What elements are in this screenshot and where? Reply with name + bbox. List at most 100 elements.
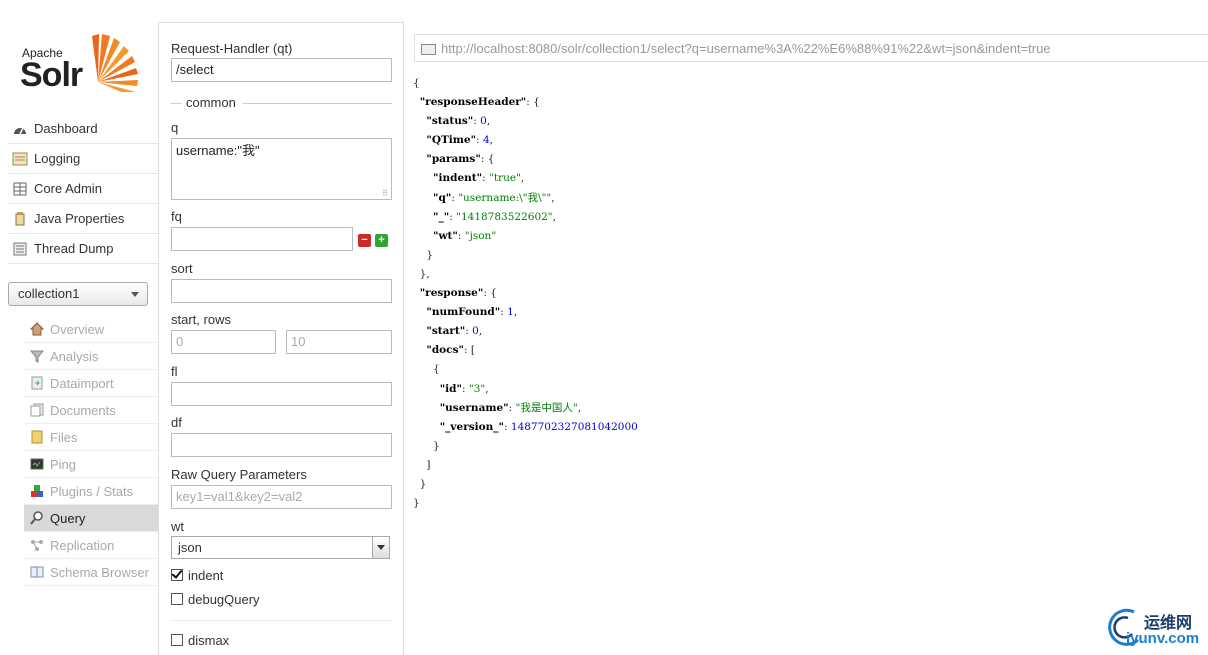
json-number: 0 [480,115,487,128]
core-nav-query[interactable]: Query [24,505,158,532]
json-string: "username:\"我\"" [458,191,552,204]
df-label: df [171,415,182,430]
wt-select[interactable]: json [171,536,390,559]
solr-logo[interactable]: Apache Solr [18,30,143,94]
json-string: "我是中国人" [515,401,578,414]
remove-fq-button[interactable]: − [358,234,371,247]
schema-icon [30,565,44,579]
json-key: "QTime" [426,134,477,147]
fl-label: fl [171,364,178,379]
core-selector[interactable]: collection1 [8,282,148,306]
dataimport-icon [30,376,44,390]
core-nav: Overview Analysis Dataimport Documents F… [24,316,158,586]
sidebar: Apache Solr Dashboard Logging Core Admin… [0,0,158,654]
fl-input[interactable] [171,382,392,406]
nav-item-core-admin[interactable]: Core Admin [8,174,158,204]
watermark-line2: iyunv.com [1126,630,1200,647]
add-fq-button[interactable]: + [375,234,388,247]
common-legend-label: common [186,95,236,110]
handler-input[interactable]: /select [171,58,392,82]
core-admin-icon [12,182,28,196]
json-number: 1487702327081042000 [510,420,638,433]
solr-sun-icon [92,34,138,92]
core-nav-label: Query [50,510,86,526]
json-number: 1 [507,306,514,319]
dismax-label: dismax [188,633,230,648]
wt-value: json [178,540,202,555]
raw-params-input[interactable]: key1=val1&key2=val2 [171,485,392,509]
result-url-bar[interactable]: http://localhost:8080/solr/collection1/s… [414,34,1208,62]
core-selector-value: collection1 [18,286,80,301]
indent-checkbox[interactable] [171,569,183,581]
q-value: username:"我" [176,143,260,158]
nav-label: Java Properties [34,211,125,226]
nav-label: Core Admin [34,181,102,196]
json-key: "q" [433,191,452,204]
core-nav-documents[interactable]: Documents [24,397,158,424]
result-url: http://localhost:8080/solr/collection1/s… [441,41,1051,56]
fq-input[interactable] [171,227,353,251]
core-nav-label: Dataimport [50,375,114,391]
debugquery-label: debugQuery [188,592,260,607]
query-form: Request-Handler (qt) /select common q us… [158,22,404,655]
core-nav-overview[interactable]: Overview [24,316,158,343]
json-key: "responseHeader" [419,96,527,109]
rows-input[interactable]: 10 [286,330,392,354]
main-nav: Dashboard Logging Core Admin Java Proper… [8,114,158,264]
core-nav-plugins-stats[interactable]: Plugins / Stats [24,478,158,505]
nav-item-logging[interactable]: Logging [8,144,158,174]
json-key: "id" [439,382,462,395]
fq-label: fq [171,209,182,224]
chevron-down-icon [372,537,389,558]
nav-label: Thread Dump [34,241,114,256]
files-icon [30,430,44,444]
core-nav-replication[interactable]: Replication [24,532,158,559]
raw-params-label: Raw Query Parameters [171,467,307,482]
core-nav-schema-browser[interactable]: Schema Browser [24,559,158,586]
json-string: "3" [468,382,486,395]
core-nav-label: Replication [50,537,115,553]
java-icon [12,211,28,226]
core-nav-label: Ping [50,456,77,472]
q-textarea[interactable]: username:"我" ⠿ [171,138,392,200]
logging-icon [12,152,28,166]
replication-icon [30,538,44,552]
debugquery-checkbox[interactable] [171,593,183,605]
core-nav-ping[interactable]: Ping [24,451,158,478]
filter-icon [29,349,45,363]
json-number: 0 [472,325,479,338]
core-nav-files[interactable]: Files [24,424,158,451]
nav-item-dashboard[interactable]: Dashboard [8,114,158,144]
json-response: { "responseHeader": { "status": 0, "QTim… [413,77,638,510]
documents-icon [30,403,44,417]
nav-label: Logging [34,151,81,166]
indent-label: indent [188,568,224,583]
json-key: "_" [433,210,450,223]
core-nav-label: Plugins / Stats [50,483,134,499]
thread-dump-icon [12,242,28,256]
json-key: "numFound" [426,306,501,319]
df-input[interactable] [171,433,392,457]
nav-item-thread-dump[interactable]: Thread Dump [8,234,158,264]
core-nav-dataimport[interactable]: Dataimport [24,370,158,397]
core-nav-analysis[interactable]: Analysis [24,343,158,370]
watermark-logo: 运维网 iyunv.com [1104,606,1208,650]
json-string: "json" [464,229,497,242]
start-input[interactable]: 0 [171,330,276,354]
plugins-icon [30,484,44,498]
sort-label: sort [171,261,193,276]
json-key: "wt" [433,229,458,242]
start-rows-label: start, rows [171,312,231,327]
sort-input[interactable] [171,279,392,303]
json-key: "response" [419,287,484,300]
q-label: q [171,120,179,135]
query-icon [30,511,44,525]
divider [171,620,392,621]
nav-label: Dashboard [34,121,98,136]
dismax-checkbox[interactable] [171,634,183,646]
json-number: 4 [482,134,490,147]
core-nav-label: Overview [50,321,105,337]
nav-item-java-properties[interactable]: Java Properties [8,204,158,234]
wt-label: wt [171,519,184,534]
dashboard-icon [12,122,28,136]
